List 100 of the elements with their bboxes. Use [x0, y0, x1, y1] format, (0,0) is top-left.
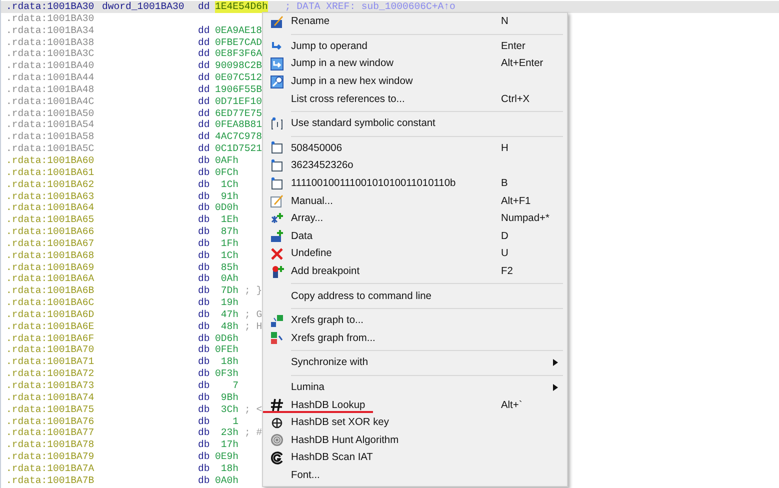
operand: 0FEh: [215, 344, 239, 356]
menu-item[interactable]: Lumina: [291, 382, 501, 393]
address: .rdata:1001BA77: [6, 427, 96, 440]
mnemonic: dd: [198, 60, 211, 72]
menu-item[interactable]: Jump in a new window: [291, 58, 501, 70]
operand: 7: [232, 380, 239, 392]
mnemonic: db: [198, 392, 211, 404]
menu-item[interactable]: 508450006: [291, 142, 501, 154]
operand: 0FCh: [215, 166, 239, 179]
address: .rdata:1001BA65: [6, 214, 96, 226]
data-label: dword_1001BA30: [102, 1, 186, 13]
menu-item[interactable]: Font...: [291, 470, 501, 481]
operand: 0FBE7CAD: [215, 36, 262, 48]
address: .rdata:1001BA76: [6, 416, 96, 428]
menu-item[interactable]: Array...: [291, 213, 501, 224]
operand: 0C1D7521: [215, 143, 262, 155]
mnemonic: dd: [198, 84, 211, 96]
menu-item[interactable]: Rename: [291, 16, 501, 28]
address: .rdata:1001BA6D: [6, 308, 96, 321]
operand: 0AFh: [215, 154, 239, 167]
mnemonic: db: [198, 178, 211, 190]
comment: ; <: [244, 404, 262, 416]
operand: 0A0h: [215, 474, 239, 487]
close-icon: [270, 246, 284, 261]
address: .rdata:1001BA44: [6, 72, 96, 84]
shortcut: H: [501, 142, 510, 154]
operand: 90098C2B: [215, 60, 262, 72]
address: .rdata:1001BA61: [6, 166, 96, 179]
address: .rdata:1001BA62: [6, 178, 96, 190]
comment: ; H: [244, 320, 262, 333]
menu-item[interactable]: Data: [291, 230, 501, 242]
address: .rdata:1001BA48: [6, 84, 96, 96]
operand: 91h: [220, 190, 239, 202]
menu-item[interactable]: Add breakpoint: [291, 266, 501, 278]
mnemonic: db: [198, 297, 211, 309]
operand: 0D71EF10: [215, 96, 262, 108]
comment: ; #: [244, 427, 262, 440]
address: .rdata:1001BA3C: [6, 48, 96, 60]
address: .rdata:1001BA68: [6, 250, 96, 262]
address: .rdata:1001BA63: [6, 190, 96, 202]
shortcut: Alt+Enter: [501, 58, 544, 70]
operand: 1Eh: [220, 214, 239, 226]
mnemonic: db: [198, 190, 211, 202]
address: .rdata:1001BA38: [6, 36, 96, 48]
mnemonic: db: [198, 250, 211, 262]
address: .rdata:1001BA30: [6, 12, 96, 25]
menu-item[interactable]: 3623452326o: [291, 160, 501, 172]
menu-item[interactable]: Undefine: [291, 248, 501, 260]
shortcut: D: [501, 230, 510, 242]
shortcut: Alt+F1: [501, 196, 532, 207]
mnemonic: db: [198, 368, 211, 380]
operand: 1Ch: [220, 250, 239, 262]
mnemonic: db: [198, 404, 211, 416]
operand: 47h: [220, 308, 239, 321]
address: .rdata:1001BA58: [6, 131, 96, 144]
menu-item[interactable]: Xrefs graph to...: [291, 315, 501, 326]
operand: 23h: [220, 427, 239, 440]
operand: 17h: [220, 439, 239, 452]
selected-listing-row[interactable]: .rdata:1001BA30 dword_1001BA30 dd 1E4E54D6h ; DATA XREF: sub_1000606C+A↑o: [1, 1, 779, 13]
address: .rdata:1001BA5C: [6, 143, 96, 155]
operand: 1E4E54D6h: [215, 1, 268, 13]
mnemonic: dd: [198, 108, 211, 120]
mnemonic: db: [198, 416, 211, 428]
mnemonic: db: [198, 344, 211, 356]
address: .rdata:1001BA6B: [6, 285, 96, 298]
menu-item[interactable]: Xrefs graph from...: [291, 332, 501, 344]
mnemonic: dd: [198, 143, 211, 155]
mnemonic: db: [198, 166, 211, 179]
menu-item[interactable]: 11110010011100101010011010110b: [291, 178, 501, 190]
menu-item[interactable]: HashDB Scan IAT: [291, 452, 501, 464]
menu-item[interactable]: Jump to operand: [291, 40, 501, 52]
menu-item[interactable]: List cross references to...: [291, 94, 501, 105]
menu-item[interactable]: Synchronize with: [291, 357, 501, 368]
menu-item[interactable]: Jump in a new hex window: [291, 76, 501, 88]
menu-item[interactable]: HashDB set XOR key: [291, 417, 501, 428]
shortcut: Numpad+*: [501, 213, 550, 224]
menu-item[interactable]: HashDB Hunt Algorithm: [291, 434, 501, 446]
operand: 18h: [220, 462, 239, 475]
pencil-icon: [270, 194, 284, 208]
mnemonic: db: [198, 214, 211, 226]
address: .rdata:1001BA71: [6, 356, 96, 368]
operand: 48h: [220, 320, 239, 333]
mnemonic: db: [198, 427, 211, 440]
menu-item[interactable]: Manual...: [291, 196, 501, 207]
address: .rdata:1001BA6F: [6, 332, 96, 344]
operand: 4AC7C978: [215, 131, 262, 144]
operand: 0D0h: [215, 202, 239, 214]
operand: 1Fh: [220, 238, 239, 250]
shortcut: N: [501, 16, 510, 28]
mnemonic: db: [198, 332, 211, 344]
mnemonic: db: [198, 202, 211, 214]
menu-item[interactable]: HashDB Lookup: [291, 400, 501, 411]
shortcut: B: [501, 178, 509, 190]
menu-item[interactable]: Use standard symbolic constant: [291, 118, 501, 130]
mnemonic: db: [198, 474, 211, 487]
mnemonic: db: [198, 273, 211, 286]
menu-item[interactable]: Copy address to command line: [291, 290, 501, 302]
shortcut: F2: [501, 266, 514, 278]
breakpoint-icon: [270, 264, 284, 279]
mnemonic: db: [198, 154, 211, 167]
